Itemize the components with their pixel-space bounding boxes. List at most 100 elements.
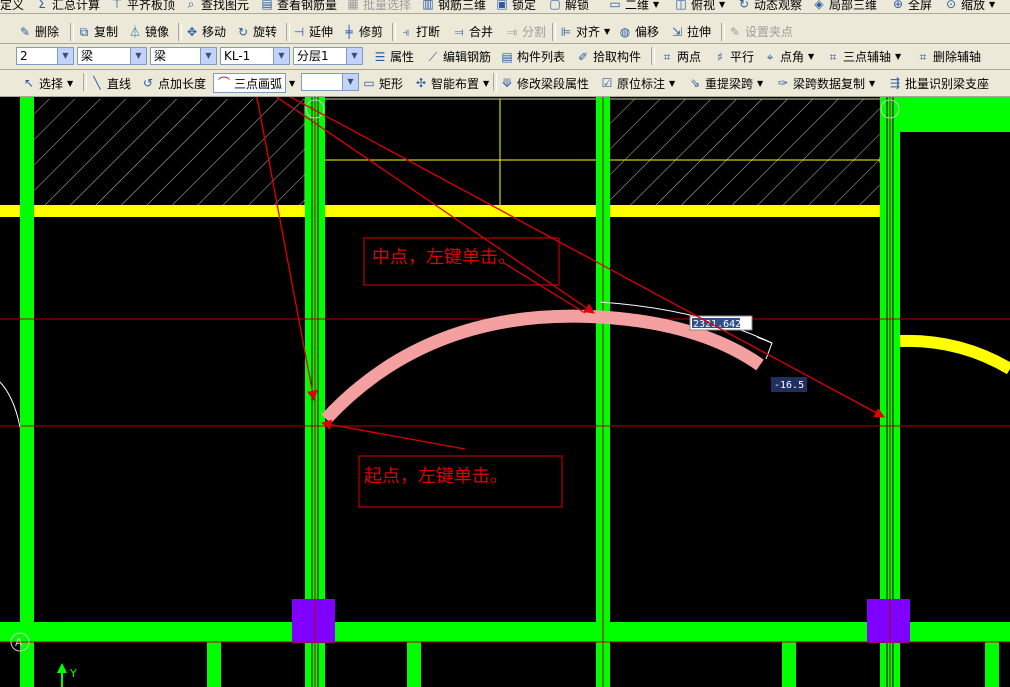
- modify-segment-properties-button[interactable]: ⟱ 修改梁段属性: [500, 70, 589, 96]
- layer-select[interactable]: 分层1 ▼: [293, 47, 363, 65]
- offset-button[interactable]: ◍ 偏移: [618, 20, 659, 43]
- local-3d-button[interactable]: ◈ 局部三维: [812, 0, 877, 13]
- chevron-down-icon: ▼: [895, 52, 902, 61]
- element-subtype-select[interactable]: 梁 ▼: [150, 47, 217, 65]
- reextract-span-icon: ⇘: [689, 76, 701, 90]
- properties-button[interactable]: ☰ 属性: [373, 44, 414, 69]
- chevron-down-icon: ▼: [757, 78, 764, 88]
- arc-mode-dropdown[interactable]: ▼: [288, 70, 295, 96]
- three-point-arc-tool[interactable]: ⌒ 三点画弧: [213, 73, 287, 93]
- find-element-button[interactable]: ⌕ 查找图元: [184, 0, 249, 13]
- separator: [70, 23, 74, 41]
- merge-icon: ⫤: [454, 24, 464, 39]
- zoom-select[interactable]: ⊙ 缩放 ▼: [944, 0, 995, 13]
- chevron-down-icon: ▼: [669, 78, 676, 88]
- separator: [286, 23, 290, 41]
- select-tool[interactable]: ↖ 选择 ▼: [22, 70, 73, 96]
- move-icon: ✥: [186, 24, 198, 39]
- align-top-button[interactable]: ⊤ 平齐板顶: [110, 0, 175, 13]
- break-button[interactable]: ⫣ 打断: [399, 20, 440, 43]
- point-angle-axis-select[interactable]: ⌖ 点角 ▼: [763, 44, 815, 69]
- svg-text:2321.642: 2321.642: [693, 319, 741, 330]
- batch-identify-support-button[interactable]: ⇶ 批量识别梁支座: [888, 70, 989, 96]
- svg-text:Y: Y: [69, 667, 77, 680]
- define-button[interactable]: 定义: [0, 0, 24, 13]
- trim-icon: ╪: [345, 24, 353, 39]
- column-green-1: [20, 97, 34, 687]
- separator: [552, 23, 556, 41]
- lock-icon: ▣: [496, 0, 508, 11]
- rotate-button[interactable]: ↻ 旋转: [236, 20, 277, 43]
- fullscreen-button[interactable]: ⊕ 全屏: [891, 0, 932, 13]
- chevron-down-icon: ▼: [869, 78, 876, 88]
- separator: [493, 73, 497, 91]
- drawing-canvas[interactable]: A 2321.642 -16.5 中点，左键单击。 起点，左键单击。 Y: [0, 97, 1010, 687]
- delete-button[interactable]: ✎ 删除: [18, 20, 59, 43]
- two-point-axis-button[interactable]: ⌗ 两点: [660, 44, 701, 69]
- member-list-button[interactable]: ▤ 构件列表: [500, 44, 565, 69]
- column-block-2: [867, 599, 910, 643]
- arc-icon: ⌒: [217, 76, 230, 90]
- orbit-button[interactable]: ↻ 动态观察: [737, 0, 802, 13]
- parallel-axis-button[interactable]: ♯ 平行: [713, 44, 754, 69]
- pick-member-button[interactable]: ✐ 拾取构件: [576, 44, 641, 69]
- find-icon: ⌕: [187, 0, 195, 11]
- span-data-copy-select[interactable]: ✑ 梁跨数据复制 ▼: [776, 70, 875, 96]
- in-place-label-select[interactable]: ☑ 原位标注 ▼: [600, 70, 676, 96]
- edit-rebar-button[interactable]: ⟋ 编辑钢筋: [426, 44, 491, 69]
- mirror-button[interactable]: ⏃ 镜像: [128, 20, 169, 43]
- set-grip-button[interactable]: ✎ 设置夹点: [728, 20, 793, 43]
- separator: [721, 23, 725, 41]
- three-point-axis-select[interactable]: ⌗ 三点辅轴 ▼: [826, 44, 902, 69]
- member-select[interactable]: KL-1 ▼: [220, 47, 290, 65]
- split-button[interactable]: ⫥ 分割: [505, 20, 546, 43]
- floor-select[interactable]: 2 ▼: [16, 47, 74, 65]
- member-list-icon: ▤: [501, 49, 513, 64]
- extend-icon: ⊣: [293, 24, 305, 39]
- view-rebar-button[interactable]: ▤ 查看钢筋量: [260, 0, 337, 13]
- element-type-select[interactable]: 梁 ▼: [77, 47, 147, 65]
- separator: [651, 47, 655, 65]
- pick-member-icon: ✐: [577, 49, 589, 64]
- top-view-select[interactable]: ◫ 俯视 ▼: [674, 0, 725, 13]
- top-view-icon: ◫: [675, 0, 687, 11]
- 2d-icon: ▭: [609, 0, 621, 11]
- stretch-icon: ⇲: [671, 24, 683, 39]
- in-place-label-icon: ☑: [601, 76, 613, 90]
- split-icon: ⫥: [506, 24, 518, 39]
- properties-icon: ☰: [374, 49, 386, 64]
- reextract-span-select[interactable]: ⇘ 重提梁跨 ▼: [688, 70, 763, 96]
- sum-button[interactable]: Σ 汇总计算: [35, 0, 100, 13]
- mirror-icon: ⏃: [128, 24, 141, 39]
- point-length-tool[interactable]: ↺ 点加长度: [141, 70, 206, 96]
- line-tool[interactable]: ╲ 直线: [90, 70, 131, 96]
- zoom-icon: ⊙: [945, 0, 957, 11]
- rebar-3d-button[interactable]: ▥ 钢筋三维: [421, 0, 486, 13]
- parallel-icon: ♯: [717, 49, 723, 64]
- column-block-1: [292, 599, 335, 643]
- orbit-icon: ↻: [738, 0, 750, 11]
- unlock-button[interactable]: ▢ 解锁: [548, 0, 589, 13]
- delete-axis-button[interactable]: ⌗ 删除辅轴: [916, 44, 981, 69]
- fullscreen-icon: ⊕: [892, 0, 904, 11]
- batch-select-button[interactable]: ▦ 批量选择: [346, 0, 411, 13]
- rectangle-tool[interactable]: ▭ 矩形: [362, 70, 403, 96]
- copy-button[interactable]: ⧉ 复制: [77, 20, 118, 43]
- align-select[interactable]: ⊫ 对齐 ▼: [559, 20, 610, 43]
- unlock-icon: ▢: [549, 0, 561, 11]
- two-point-icon: ⌗: [663, 49, 671, 64]
- extend-button[interactable]: ⊣ 延伸: [292, 20, 333, 43]
- beam-green-bottom: [0, 622, 1010, 642]
- view-2d-select[interactable]: ▭ 二维 ▼: [608, 0, 659, 13]
- trim-button[interactable]: ╪ 修剪: [342, 20, 383, 43]
- batch-support-icon: ⇶: [889, 76, 901, 90]
- align-icon: ⊫: [560, 24, 572, 39]
- smart-layout-select[interactable]: ✣ 智能布置 ▼: [414, 70, 489, 96]
- stretch-button[interactable]: ⇲ 拉伸: [670, 20, 711, 43]
- arc-parameter-select[interactable]: ▼: [301, 73, 359, 91]
- lock-button[interactable]: ▣ 锁定: [495, 0, 536, 13]
- merge-button[interactable]: ⫤ 合并: [452, 20, 493, 43]
- move-button[interactable]: ✥ 移动: [185, 20, 226, 43]
- align-top-icon: ⊤: [111, 0, 123, 11]
- point-length-icon: ↺: [142, 76, 154, 90]
